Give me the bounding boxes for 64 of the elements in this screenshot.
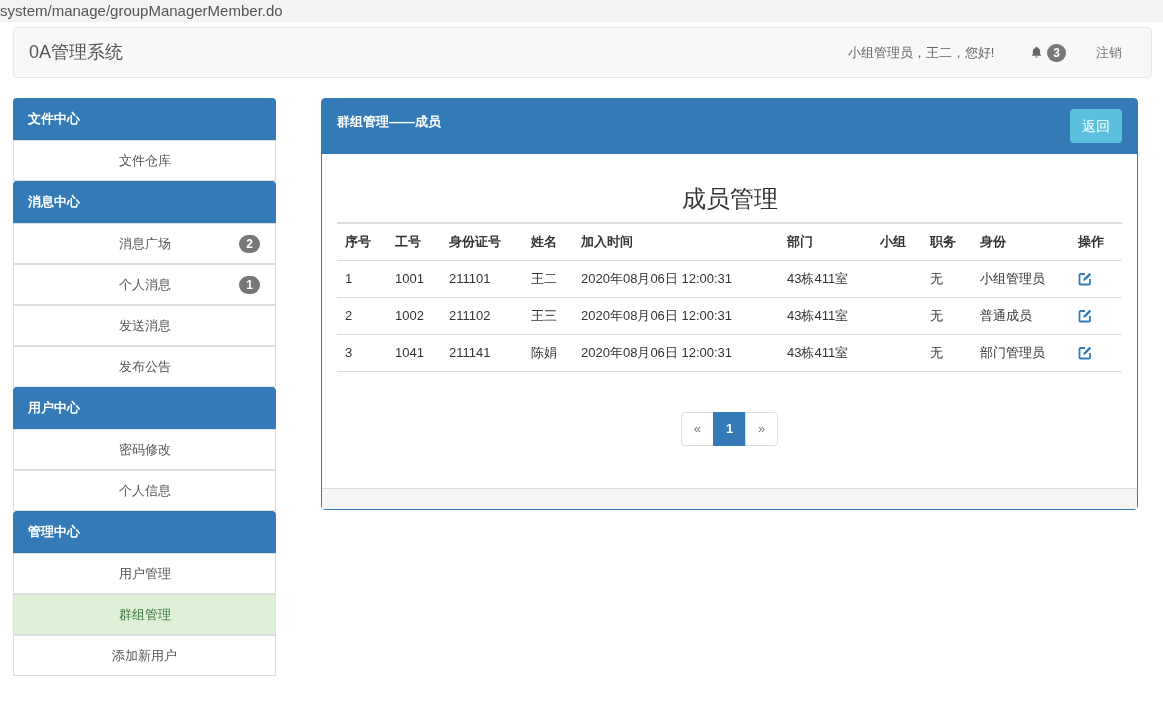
page-button[interactable]: 1 (712, 411, 747, 446)
table-cell: 部门管理员 (972, 334, 1070, 371)
sidebar-item[interactable]: 添加新用户 (13, 635, 276, 676)
table-cell: 2 (337, 297, 387, 334)
table-cell: 1 (337, 260, 387, 297)
sidebar-item[interactable]: 个人消息 1 (13, 264, 276, 305)
column-header: 加入时间 (573, 223, 779, 260)
table-cell: 43栋411室 (779, 260, 872, 297)
edit-icon[interactable] (1078, 271, 1092, 286)
table-cell: 1041 (387, 334, 441, 371)
table-cell: 陈娟 (523, 334, 573, 371)
sidebar-section-header: 文件中心 (13, 98, 276, 140)
page-button[interactable]: « (680, 411, 714, 446)
table-cell: 无 (922, 334, 972, 371)
table-cell: 43栋411室 (779, 334, 872, 371)
bell-icon[interactable] (1030, 46, 1044, 59)
page-button[interactable]: » (745, 411, 779, 446)
column-header: 身份 (972, 223, 1070, 260)
sidebar-item[interactable]: 发送消息 (13, 305, 276, 346)
brand-title[interactable]: 0A管理系统 (29, 39, 124, 66)
sidebar-section-header: 消息中心 (13, 181, 276, 223)
sidebar-item[interactable]: 发布公告 (13, 346, 276, 387)
table-cell: 王三 (523, 297, 573, 334)
panel-title: 群组管理——成员 (337, 113, 441, 131)
column-header: 部门 (779, 223, 872, 260)
table-cell: 王二 (523, 260, 573, 297)
column-header: 身份证号 (441, 223, 523, 260)
url-text[interactable]: system/manage/groupManagerMember.do (0, 0, 283, 23)
table-cell: 普通成员 (972, 297, 1070, 334)
table-cell: 2020年08月06日 12:00:31 (573, 297, 779, 334)
sidebar-item[interactable]: 个人信息 (13, 470, 276, 511)
sidebar-section-header: 用户中心 (13, 387, 276, 429)
sidebar-item[interactable]: 用户管理 (13, 553, 276, 594)
sidebar-item[interactable]: 密码修改 (13, 429, 276, 470)
table-cell: 211102 (441, 297, 523, 334)
table-cell: 小组管理员 (972, 260, 1070, 297)
table-cell: 3 (337, 334, 387, 371)
notification-badge: 3 (1047, 43, 1066, 62)
page-heading: 成员管理 (680, 184, 779, 214)
column-header: 职务 (922, 223, 972, 260)
greeting-text: 小组管理员，王二，您好! (847, 43, 995, 62)
table-cell: 1001 (387, 260, 441, 297)
edit-icon[interactable] (1078, 308, 1092, 323)
column-header: 工号 (387, 223, 441, 260)
table-cell: 211141 (441, 334, 523, 371)
table-cell: 无 (922, 260, 972, 297)
count-badge: 1 (239, 275, 260, 294)
table-cell: 43栋411室 (779, 297, 872, 334)
table-cell: 1002 (387, 297, 441, 334)
column-header: 序号 (337, 223, 387, 260)
count-badge: 2 (239, 234, 260, 253)
table-cell: 2020年08月06日 12:00:31 (573, 334, 779, 371)
column-header: 小组 (872, 223, 922, 260)
sidebar-item[interactable]: 文件仓库 (13, 140, 276, 181)
table-cell: 211101 (441, 260, 523, 297)
column-header: 姓名 (523, 223, 573, 260)
table-cell: 无 (922, 297, 972, 334)
edit-icon[interactable] (1078, 345, 1092, 360)
table-cell: 2020年08月06日 12:00:31 (573, 260, 779, 297)
logout-link[interactable]: 注销 (1096, 42, 1122, 63)
column-header: 操作 (1070, 223, 1122, 260)
sidebar-section-header: 管理中心 (13, 511, 276, 553)
sidebar-item[interactable]: 消息广场 2 (13, 223, 276, 264)
sidebar-item[interactable]: 群组管理 (13, 594, 276, 635)
